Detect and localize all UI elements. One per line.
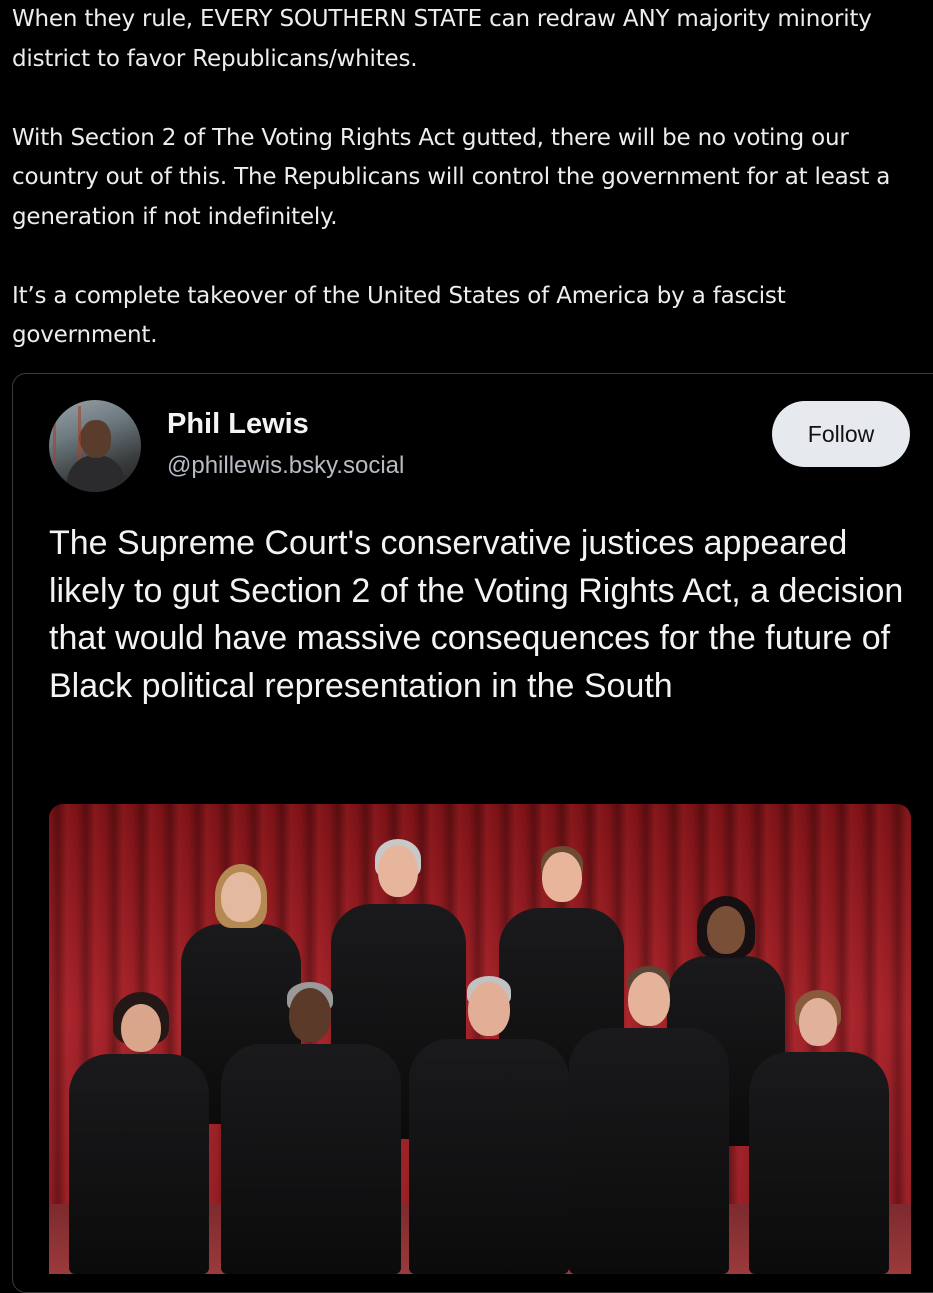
avatar[interactable] <box>49 400 141 492</box>
author-handle[interactable]: @phillewis.bsky.social <box>167 452 404 480</box>
avatar-head <box>81 420 111 458</box>
image-figure <box>221 982 401 1274</box>
author-name[interactable]: Phil Lewis <box>167 408 309 441</box>
post-paragraph-2: With Section 2 of The Voting Rights Act … <box>12 124 891 230</box>
image-figure <box>749 990 889 1274</box>
follow-button[interactable]: Follow <box>772 401 910 467</box>
quoted-post-text: The Supreme Court's conservative justice… <box>49 524 904 705</box>
post-image[interactable] <box>49 804 911 1274</box>
avatar-background-detail <box>53 406 81 466</box>
quoted-post-card[interactable]: Phil Lewis @phillewis.bsky.social Follow… <box>12 373 933 1293</box>
image-figure <box>409 976 569 1274</box>
post-body: When they rule, EVERY SOUTHERN STATE can… <box>12 0 927 356</box>
image-figure <box>69 992 209 1274</box>
image-figure <box>569 966 729 1274</box>
post-paragraph-3: It’s a complete takeover of the United S… <box>12 282 786 349</box>
post-paragraph-1: When they rule, EVERY SOUTHERN STATE can… <box>12 6 872 72</box>
